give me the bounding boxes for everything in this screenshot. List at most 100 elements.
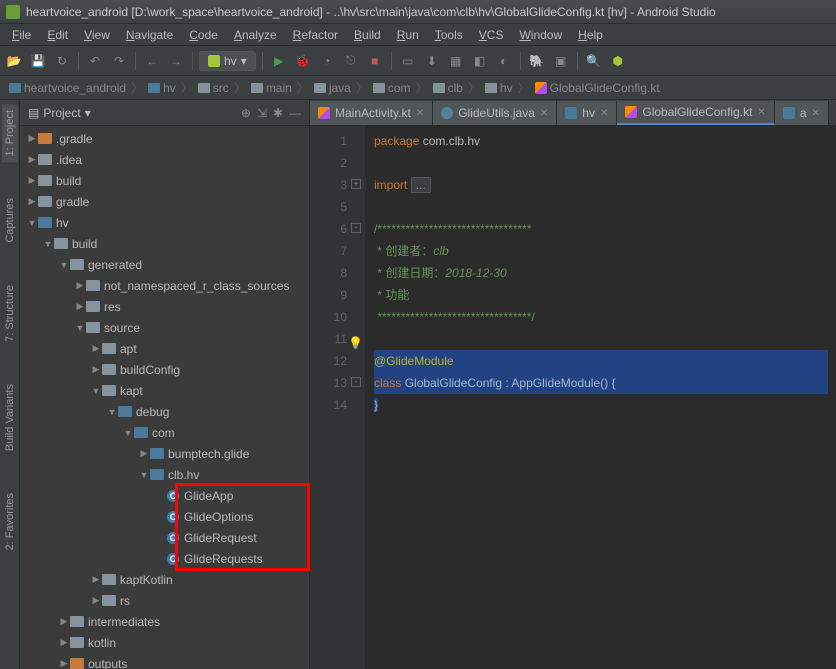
editor-tab[interactable]: GlideUtils.java✕	[433, 101, 557, 125]
tree-item[interactable]: ▶outputs	[20, 653, 309, 669]
tree-item[interactable]: ▶rs	[20, 590, 309, 611]
editor-body[interactable]: 123+56-7891011💡1213-14 package com.clb.h…	[310, 126, 836, 669]
avd-icon[interactable]: ▭	[398, 51, 418, 71]
android-robot-icon[interactable]: ⬢	[608, 51, 628, 71]
collapse-icon[interactable]: ⇲	[257, 106, 267, 120]
tree-arrow-icon[interactable]: ▶	[90, 343, 102, 354]
tree-item[interactable]: ▼generated	[20, 254, 309, 275]
breadcrumb-item[interactable]: com	[370, 81, 414, 95]
close-icon[interactable]: ✕	[757, 107, 765, 118]
tree-item[interactable]: ▶gradle	[20, 191, 309, 212]
tree-item[interactable]: ▶.idea	[20, 149, 309, 170]
debug-icon[interactable]: 🐞	[293, 51, 313, 71]
menu-navigate[interactable]: Navigate	[118, 26, 181, 44]
tree-arrow-icon[interactable]: ▶	[26, 133, 38, 144]
tool-tab-project[interactable]: 1: Project	[2, 104, 18, 162]
tree-item[interactable]: CGlideApp	[20, 485, 309, 506]
open-icon[interactable]: 📂	[4, 51, 24, 71]
tool-tab-buildvariants[interactable]: Build Variants	[2, 378, 18, 457]
tree-arrow-icon[interactable]: ▶	[58, 637, 70, 648]
editor-tab[interactable]: hv✕	[557, 101, 617, 125]
close-icon[interactable]: ✕	[600, 108, 608, 119]
tree-arrow-icon[interactable]: ▼	[138, 470, 150, 480]
redo-icon[interactable]: ↷	[109, 51, 129, 71]
structure-icon[interactable]: ▣	[551, 51, 571, 71]
menu-vcs[interactable]: VCS	[471, 26, 512, 44]
editor-tab[interactable]: GlobalGlideConfig.kt✕	[617, 101, 774, 125]
tree-arrow-icon[interactable]: ▶	[26, 154, 38, 165]
tool-tab-favorites[interactable]: 2: Favorites	[2, 487, 18, 556]
tree-arrow-icon[interactable]: ▶	[58, 616, 70, 627]
sdk-icon[interactable]: ⬇	[422, 51, 442, 71]
menu-window[interactable]: Window	[511, 26, 570, 44]
menu-run[interactable]: Run	[389, 26, 427, 44]
tree-arrow-icon[interactable]: ▼	[58, 260, 70, 270]
menu-file[interactable]: File	[4, 26, 39, 44]
fold-icon[interactable]: -	[351, 223, 361, 233]
menu-view[interactable]: View	[76, 26, 118, 44]
tree-arrow-icon[interactable]: ▶	[90, 364, 102, 375]
tree-item[interactable]: ▶.gradle	[20, 128, 309, 149]
gradle-icon[interactable]: 🐘	[527, 51, 547, 71]
undo-icon[interactable]: ↶	[85, 51, 105, 71]
tree-item[interactable]: ▼source	[20, 317, 309, 338]
tool-tab-structure[interactable]: 7: Structure	[2, 279, 18, 348]
hide-icon[interactable]: —	[289, 106, 301, 120]
tree-arrow-icon[interactable]: ▼	[122, 428, 134, 438]
editor-tab[interactable]: a✕	[775, 101, 829, 125]
tree-arrow-icon[interactable]: ▶	[26, 175, 38, 186]
tree-item[interactable]: ▼kapt	[20, 380, 309, 401]
tree-item[interactable]: ▶build	[20, 170, 309, 191]
theme-icon[interactable]: ◐	[494, 51, 514, 71]
tree-item[interactable]: ▼clb.hv	[20, 464, 309, 485]
tree-item[interactable]: CGlideRequests	[20, 548, 309, 569]
tree-arrow-icon[interactable]: ▼	[90, 386, 102, 396]
tool-tab-captures[interactable]: Captures	[2, 192, 18, 249]
breadcrumb-item[interactable]: src	[195, 81, 232, 95]
search-icon[interactable]: 🔍	[584, 51, 604, 71]
menu-code[interactable]: Code	[181, 26, 226, 44]
tree-item[interactable]: ▼debug	[20, 401, 309, 422]
tree-item[interactable]: ▶apt	[20, 338, 309, 359]
project-tree[interactable]: ▶.gradle▶.idea▶build▶gradle▼hv▼build▼gen…	[20, 126, 309, 669]
code[interactable]: package com.clb.hvimport .../***********…	[366, 126, 836, 669]
tree-item[interactable]: ▼hv	[20, 212, 309, 233]
resource-icon[interactable]: ◧	[470, 51, 490, 71]
breadcrumb-item[interactable]: hv	[145, 81, 179, 95]
menu-refactor[interactable]: Refactor	[285, 26, 346, 44]
close-icon[interactable]: ✕	[416, 108, 424, 119]
tree-item[interactable]: ▶res	[20, 296, 309, 317]
target-icon[interactable]: ⊕	[241, 106, 251, 120]
tree-arrow-icon[interactable]: ▶	[74, 280, 86, 291]
tree-item[interactable]: ▶bumptech.glide	[20, 443, 309, 464]
forward-icon[interactable]: →	[166, 51, 186, 71]
tree-item[interactable]: ▶intermediates	[20, 611, 309, 632]
menu-tools[interactable]: Tools	[427, 26, 471, 44]
back-icon[interactable]: ←	[142, 51, 162, 71]
chevron-down-icon[interactable]: ▾	[85, 106, 91, 120]
tree-arrow-icon[interactable]: ▼	[42, 239, 54, 249]
tree-arrow-icon[interactable]: ▼	[26, 218, 38, 228]
tree-item[interactable]: ▶kotlin	[20, 632, 309, 653]
sync-icon[interactable]: ↻	[52, 51, 72, 71]
profile-icon[interactable]: ◔	[317, 51, 337, 71]
tree-arrow-icon[interactable]: ▶	[90, 574, 102, 585]
intention-bulb-icon[interactable]: 💡	[348, 332, 363, 354]
gutter[interactable]: 123+56-7891011💡1213-14	[310, 126, 366, 669]
close-icon[interactable]: ✕	[812, 108, 820, 119]
menu-edit[interactable]: Edit	[39, 26, 76, 44]
tree-arrow-icon[interactable]: ▶	[74, 301, 86, 312]
tree-item[interactable]: CGlideRequest	[20, 527, 309, 548]
close-icon[interactable]: ✕	[540, 108, 548, 119]
tree-arrow-icon[interactable]: ▶	[138, 448, 150, 459]
breadcrumb-item[interactable]: java	[311, 81, 354, 95]
fold-icon[interactable]: -	[351, 377, 361, 387]
tree-item[interactable]: ▶kaptKotlin	[20, 569, 309, 590]
menu-analyze[interactable]: Analyze	[226, 26, 285, 44]
run-icon[interactable]: ▶	[269, 51, 289, 71]
tree-item[interactable]: ▶buildConfig	[20, 359, 309, 380]
gear-icon[interactable]: ✱	[273, 106, 283, 120]
tree-item[interactable]: ▼com	[20, 422, 309, 443]
breadcrumb-item[interactable]: hv	[482, 81, 516, 95]
tree-arrow-icon[interactable]: ▼	[74, 323, 86, 333]
